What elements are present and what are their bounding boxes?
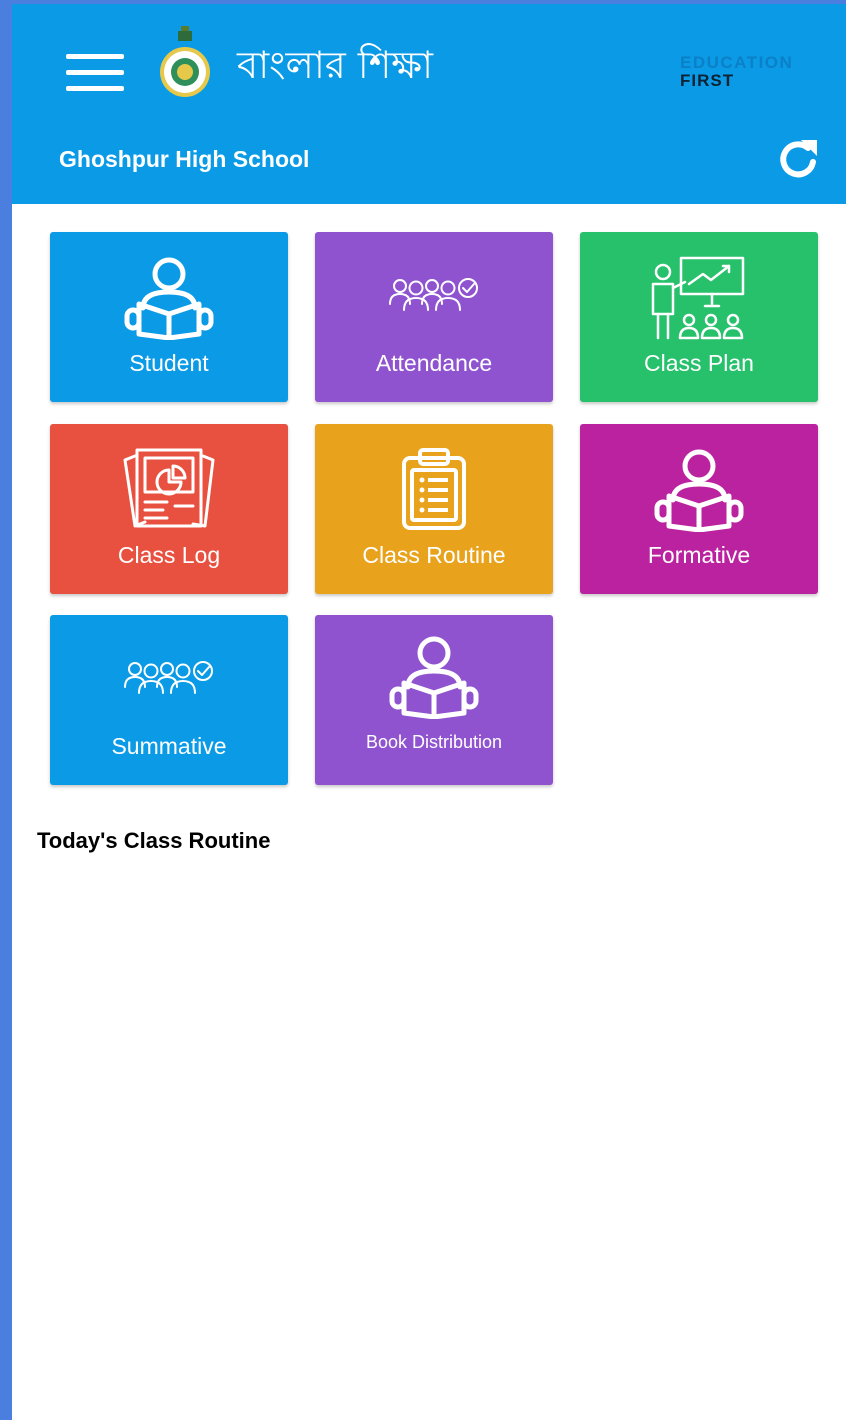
- student-tile[interactable]: Student: [50, 232, 288, 402]
- tile-label: Class Log: [117, 542, 221, 568]
- group-check-icon: [124, 661, 213, 694]
- education-first-logo: EDUCATION FIRST: [680, 54, 793, 89]
- app-bar: বাংলার শিক্ষা EDUCATION FIRST Ghoshpur H…: [12, 4, 846, 204]
- tile-label: Summative: [111, 733, 227, 759]
- class-log-tile[interactable]: Class Log: [50, 424, 288, 594]
- school-name: Ghoshpur High School: [59, 146, 310, 172]
- refresh-icon[interactable]: [775, 136, 821, 182]
- tagline-line2: FIRST: [680, 71, 735, 90]
- tile-label: Attendance: [375, 350, 493, 376]
- student-reading-icon: [124, 257, 214, 340]
- hamburger-menu-icon[interactable]: [66, 54, 124, 94]
- book-distribution-tile[interactable]: Book Distribution: [315, 615, 553, 785]
- tile-label: Book Distribution: [365, 732, 503, 752]
- summative-tile[interactable]: Summative: [50, 615, 288, 785]
- tile-label: Formative: [647, 542, 751, 568]
- class-routine-tile[interactable]: Class Routine: [315, 424, 553, 594]
- todays-class-routine-heading: Today's Class Routine: [37, 828, 271, 853]
- tile-label: Class Plan: [644, 350, 754, 376]
- student-reading-icon: [389, 636, 479, 719]
- screen-frame-left: [0, 0, 12, 1420]
- group-check-icon: [389, 278, 478, 311]
- attendance-tile[interactable]: Attendance: [315, 232, 553, 402]
- tile-label: Student: [129, 350, 209, 376]
- government-emblem-logo: [160, 26, 210, 97]
- app-screen: বাংলার শিক্ষা EDUCATION FIRST Ghoshpur H…: [12, 4, 846, 1420]
- formative-tile[interactable]: Formative: [580, 424, 818, 594]
- student-reading-icon: [654, 449, 744, 532]
- tile-label: Class Routine: [362, 542, 506, 568]
- tagline-line1: EDUCATION: [680, 53, 794, 72]
- app-brand-title: বাংলার শিক্ষা: [237, 43, 434, 87]
- class-plan-tile[interactable]: Class Plan: [580, 232, 818, 402]
- report-document-icon: [123, 448, 215, 528]
- clipboard-list-icon: [402, 448, 466, 530]
- teacher-presentation-icon: [651, 256, 745, 340]
